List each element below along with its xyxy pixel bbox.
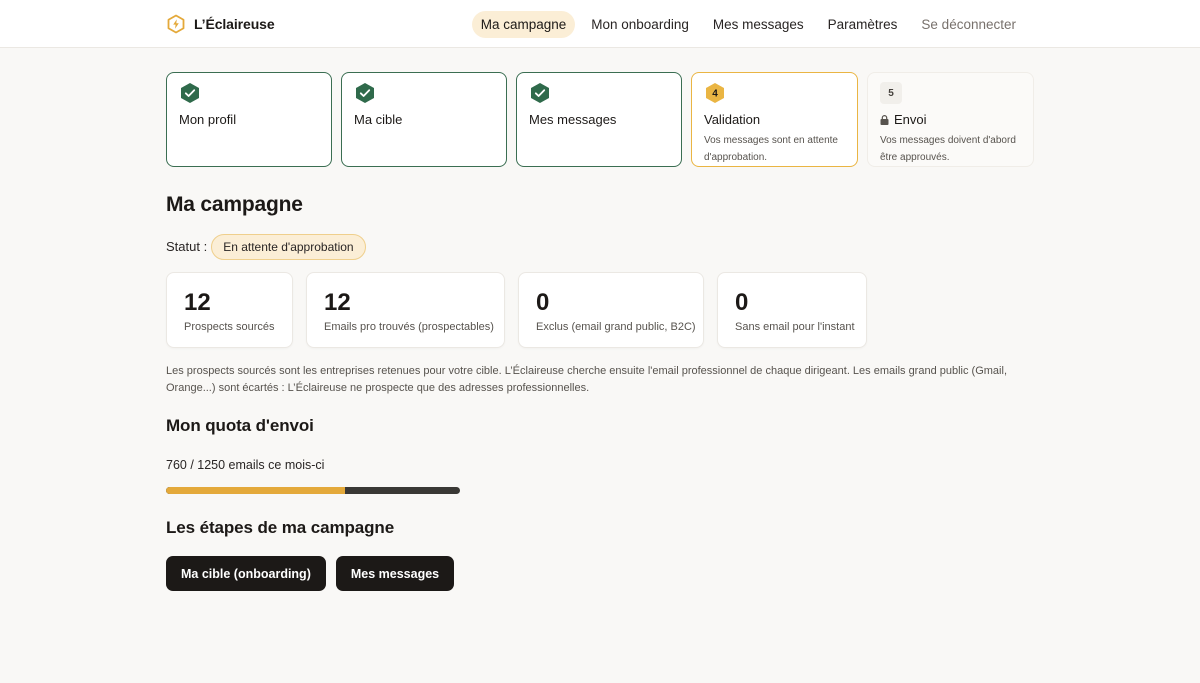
stat-value: 0 [536, 289, 550, 316]
brand-name: L’Éclaireuse [194, 16, 275, 32]
step-envoi: 5 Envoi Vos messages doivent d'abord êtr… [867, 72, 1034, 167]
step-title-row: Envoi [880, 112, 1021, 127]
nav-se-deconnecter[interactable]: Se déconnecter [913, 11, 1024, 38]
stat-exclus: 0 Exclus (email grand public, B2C) [518, 272, 704, 348]
nav-parametres[interactable]: Paramètres [820, 11, 906, 38]
logo-hexagon-bolt-icon [167, 14, 185, 34]
step-title: Mes messages [529, 112, 617, 127]
status-label: Statut : [166, 239, 208, 254]
step-description: Vos messages doivent d'abord être approu… [880, 135, 1016, 163]
page-title: Ma campagne [166, 193, 303, 216]
step-title: Validation [704, 112, 761, 127]
stat-sans-email: 0 Sans email pour l'instant [717, 272, 867, 348]
brand[interactable]: L’Éclaireuse [166, 14, 275, 34]
stat-value: 12 [324, 289, 351, 316]
step-validation[interactable]: 4 Validation Vos messages sont en attent… [691, 72, 858, 167]
quota-title: Mon quota d'envoi [166, 416, 314, 435]
step-title: Ma cible [354, 112, 403, 127]
mes-messages-button[interactable]: Mes messages [335, 556, 455, 591]
nav-mon-onboarding[interactable]: Mon onboarding [583, 11, 697, 38]
campaign-stepper: Mon profil Ma cible Mes messages 4 Valid… [166, 72, 1034, 168]
step-mes-messages[interactable]: Mes messages [516, 72, 682, 167]
ma-cible-onboarding-button[interactable]: Ma cible (onboarding) [166, 556, 326, 591]
step-number: 4 [712, 89, 718, 100]
status-row: Statut : En attente d'approbation [166, 233, 366, 260]
check-hexagon-icon [529, 82, 551, 104]
quota-progress-bar [166, 487, 460, 494]
top-bar: L’Éclaireuse Ma campagne Mon onboarding … [0, 0, 1200, 48]
stat-prospects-sources: 12 Prospects sourcés [166, 272, 293, 348]
stat-value: 0 [735, 289, 749, 316]
campaign-steps-title: Les étapes de ma campagne [166, 518, 395, 537]
step-title: Mon profil [179, 112, 237, 127]
prospects-explanation: Les prospects sourcés sont les entrepris… [166, 365, 1007, 394]
campaign-steps-actions: Ma cible (onboarding) Mes messages [166, 556, 455, 591]
nav-ma-campagne[interactable]: Ma campagne [471, 10, 576, 38]
quota-progress-fill [166, 487, 345, 494]
stat-label: Emails pro trouvés (prospectables) [324, 321, 494, 333]
stat-label: Sans email pour l'instant [735, 321, 855, 333]
stat-emails-pro: 12 Emails pro trouvés (prospectables) [306, 272, 505, 348]
main-nav: Ma campagne Mon onboarding Mes messages … [471, 10, 1024, 38]
lock-icon [880, 114, 889, 125]
stat-value: 12 [184, 289, 211, 316]
status-badge: En attente d'approbation [211, 233, 366, 260]
step-description: Vos messages sont en attente d'approbati… [704, 135, 838, 163]
step-title: Envoi [894, 112, 927, 127]
step-number-badge: 5 [880, 82, 902, 104]
check-hexagon-icon [179, 82, 201, 104]
step-mon-profil[interactable]: Mon profil [166, 72, 332, 167]
step-ma-cible[interactable]: Ma cible [341, 72, 507, 167]
stats-cards: 12 Prospects sourcés 12 Emails pro trouv… [166, 272, 867, 348]
stat-label: Exclus (email grand public, B2C) [536, 321, 696, 333]
check-hexagon-icon [354, 82, 376, 104]
stat-label: Prospects sourcés [184, 321, 275, 333]
quota-text: 760 / 1250 emails ce mois-ci [166, 458, 325, 472]
number-hexagon-badge: 4 [704, 82, 726, 104]
nav-mes-messages[interactable]: Mes messages [705, 11, 812, 38]
